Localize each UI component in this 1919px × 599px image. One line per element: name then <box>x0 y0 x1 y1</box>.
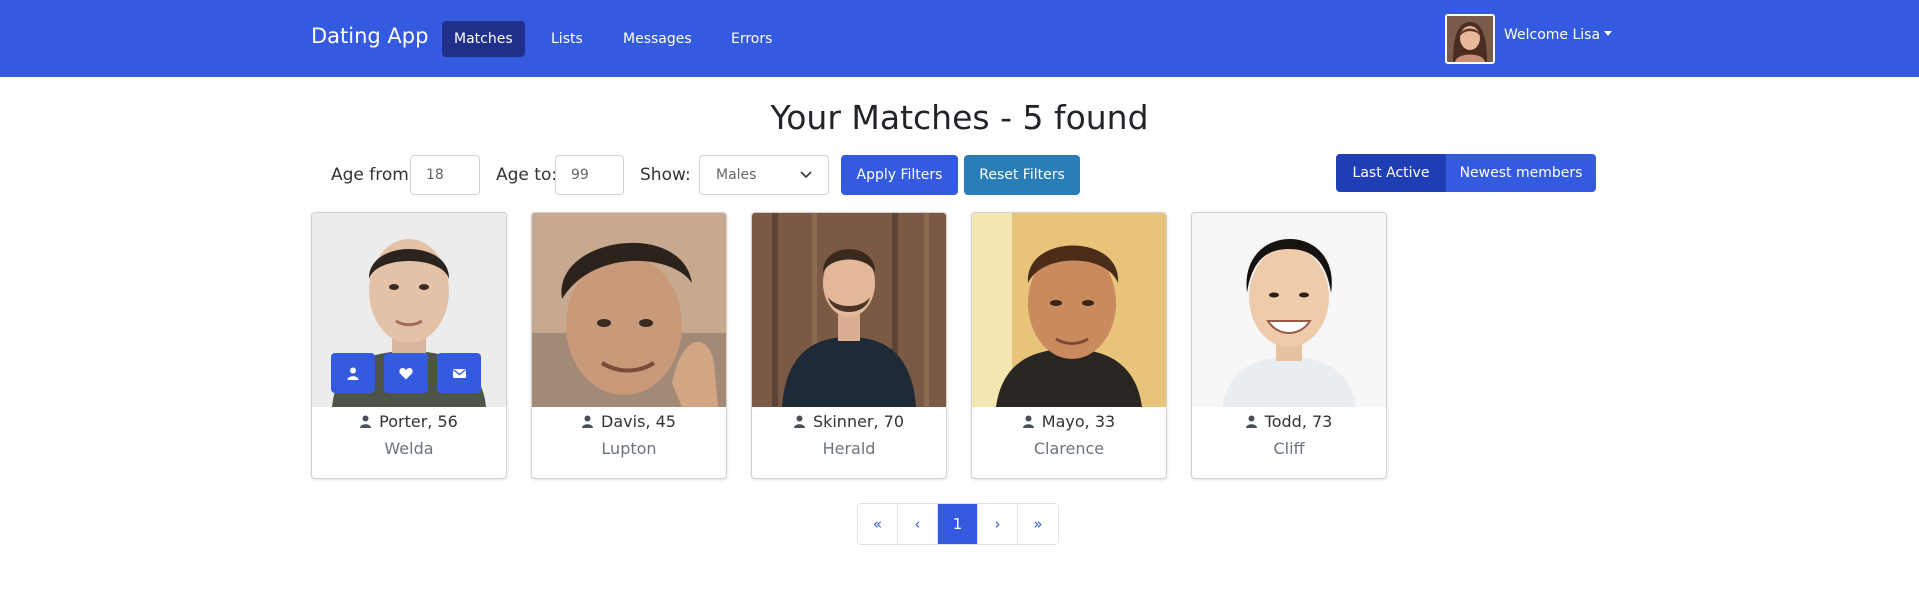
nav-lists[interactable]: Lists <box>539 21 595 57</box>
user-avatar-photo <box>1447 16 1493 62</box>
member-name: Todd, 73 <box>1192 412 1386 431</box>
age-to-input[interactable]: 99 <box>555 155 624 195</box>
member-city: Lupton <box>601 439 657 458</box>
member-name: Davis, 45 <box>532 412 726 431</box>
member-city: Clarence <box>1033 439 1105 458</box>
member-card[interactable]: Todd, 73 Cliff <box>1191 212 1387 479</box>
member-name-text: Todd, 73 <box>1264 412 1333 431</box>
user-icon <box>360 415 372 428</box>
nav-matches[interactable]: Matches <box>442 21 525 57</box>
nav-errors[interactable]: Errors <box>719 21 784 57</box>
user-icon <box>1245 415 1257 428</box>
card-action-buttons <box>331 353 490 393</box>
age-to-label: Age to: <box>496 165 558 185</box>
message-button[interactable] <box>437 353 481 393</box>
member-name-text: Skinner, 70 <box>812 412 905 431</box>
member-card[interactable]: Davis, 45 Lupton <box>531 212 727 479</box>
welcome-dropdown[interactable]: Welcome Lisa <box>1504 27 1613 43</box>
user-icon <box>1022 415 1034 428</box>
member-name: Skinner, 70 <box>752 412 946 431</box>
member-name-text: Davis, 45 <box>601 412 676 431</box>
welcome-label: Welcome Lisa <box>1504 27 1601 43</box>
member-photo <box>752 213 946 407</box>
member-name: Mayo, 33 <box>972 412 1166 431</box>
user-icon <box>582 415 594 428</box>
member-card[interactable]: Porter, 56 Welda <box>311 212 507 479</box>
member-city: Herald <box>822 439 876 458</box>
nav-messages[interactable]: Messages <box>611 21 704 57</box>
user-icon <box>347 367 359 380</box>
gender-select-value: Males <box>716 167 757 183</box>
member-city: Welda <box>384 439 434 458</box>
age-from-label: Age from: <box>331 165 415 185</box>
member-photo <box>972 213 1166 407</box>
sort-newest-members-button[interactable]: Newest members <box>1446 154 1596 192</box>
gender-select[interactable]: Males <box>699 155 829 195</box>
page-1-button[interactable]: 1 <box>938 504 978 544</box>
chevron-down-icon <box>800 171 812 179</box>
user-icon <box>793 415 805 428</box>
apply-filters-button[interactable]: Apply Filters <box>841 155 958 195</box>
view-profile-button[interactable] <box>331 353 375 393</box>
page-title: Your Matches - 5 found <box>770 98 1149 137</box>
age-from-input[interactable]: 18 <box>410 155 480 195</box>
sort-button-group: Last Active Newest members <box>1336 154 1596 192</box>
member-name-text: Porter, 56 <box>379 412 458 431</box>
member-city: Cliff <box>1273 439 1305 458</box>
next-page-button[interactable]: › <box>978 504 1018 544</box>
member-photo <box>1192 213 1386 407</box>
member-card[interactable]: Mayo, 33 Clarence <box>971 212 1167 479</box>
previous-page-button[interactable]: ‹ <box>898 504 938 544</box>
navbar: Dating App Matches Lists Messages Errors… <box>0 0 1919 77</box>
member-name: Porter, 56 <box>312 412 506 431</box>
reset-filters-button[interactable]: Reset Filters <box>964 155 1080 195</box>
member-card[interactable]: Skinner, 70 Herald <box>751 212 947 479</box>
pagination: « ‹ 1 › » <box>857 503 1059 545</box>
envelope-icon <box>452 368 466 378</box>
first-page-button[interactable]: « <box>858 504 898 544</box>
last-page-button[interactable]: » <box>1018 504 1058 544</box>
heart-icon <box>399 367 413 379</box>
sort-last-active-button[interactable]: Last Active <box>1336 154 1446 192</box>
like-button[interactable] <box>384 353 428 393</box>
brand-link[interactable]: Dating App <box>311 24 428 48</box>
avatar[interactable] <box>1445 14 1495 64</box>
member-name-text: Mayo, 33 <box>1041 412 1116 431</box>
member-photo <box>532 213 726 407</box>
show-label: Show: <box>640 165 691 185</box>
caret-down-icon <box>1604 31 1613 36</box>
